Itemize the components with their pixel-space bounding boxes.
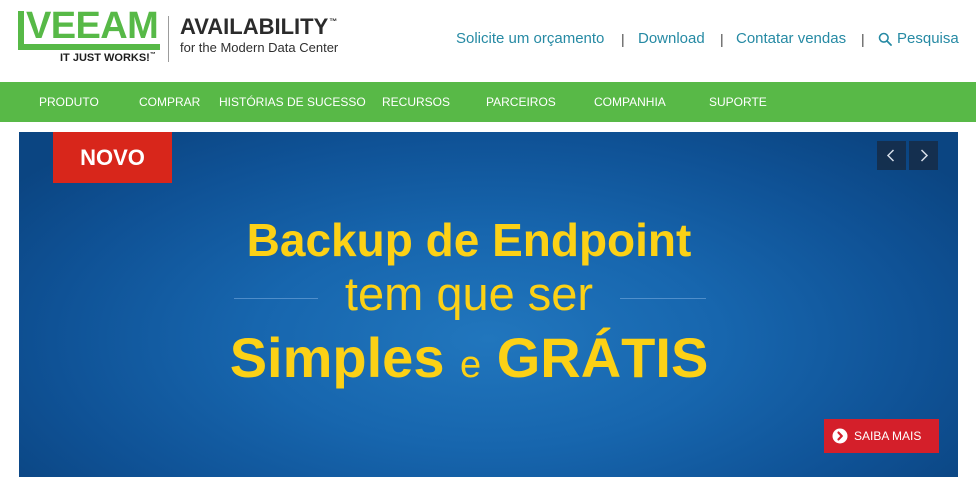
nav-item-parceiros[interactable]: PARCEIROS [486,82,556,122]
nav-item-companhia[interactable]: COMPANHIA [594,82,666,122]
headline-connector: e [460,344,482,386]
logo-tagline: IT JUST WORKS!™ [60,52,156,64]
hero-banner: NOVO Backup de Endpoint tem que ser Simp… [19,132,958,477]
nav-item-suporte[interactable]: SUPORTE [709,82,767,122]
new-badge: NOVO [53,132,172,183]
main-nav: PRODUTO COMPRAR HISTÓRIAS DE SUCESSO REC… [0,82,976,122]
saiba-mais-button[interactable]: SAIBA MAIS [824,419,939,453]
headline-line-1: Backup de Endpoint [246,214,692,266]
carousel-prev-button[interactable] [877,141,906,170]
header-divider [168,16,169,62]
headline-word-simples: Simples [229,326,445,389]
request-quote-link[interactable]: Solicite um orçamento [456,30,604,48]
saiba-mais-label: SAIBA MAIS [854,429,922,443]
brand-title-text: AVAILABILITY [180,14,329,39]
brand-subtitle: for the Modern Data Center [180,40,339,55]
nav-item-comprar[interactable]: COMPRAR [139,82,200,122]
logo-tagline-tm: ™ [149,52,156,58]
headline-line-2: tem que ser [344,267,594,320]
search-icon[interactable] [878,32,892,46]
contact-sales-link[interactable]: Contatar vendas [736,30,846,48]
link-separator: | [720,31,724,47]
logo-wordmark: VEEAM [26,5,159,47]
headline-word-gratis: GRÁTIS [496,326,709,389]
veeam-logo[interactable]: VEEAM IT JUST WORKS!™ [18,5,162,66]
page: VEEAM IT JUST WORKS!™ AVAILABILITY™ for … [0,0,976,484]
headline-rule-right [620,298,706,299]
nav-item-recursos[interactable]: RECURSOS [382,82,450,122]
logo-tagline-text: IT JUST WORKS! [60,52,150,64]
link-separator: | [861,31,865,47]
nav-item-historias-de-sucesso[interactable]: HISTÓRIAS DE SUCESSO [219,82,366,122]
link-separator: | [621,31,625,47]
search-link[interactable]: Pesquisa [897,30,959,48]
headline-line-3: Simples e GRÁTIS [169,330,769,393]
arrow-circle-right-icon [832,428,848,444]
nav-item-produto[interactable]: PRODUTO [39,82,99,122]
brand-title-tm: ™ [329,17,338,26]
download-link[interactable]: Download [638,30,705,48]
chevron-right-icon [920,149,929,162]
brand-title: AVAILABILITY™ [180,15,337,39]
carousel-next-button[interactable] [909,141,938,170]
chevron-left-icon [886,149,895,162]
